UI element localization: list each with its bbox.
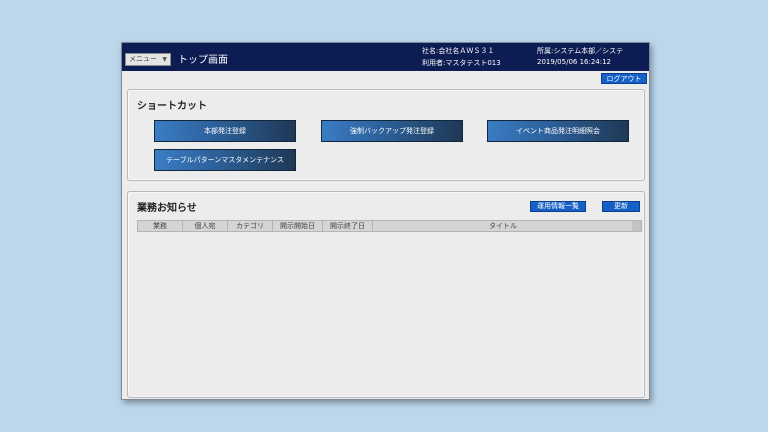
notices-panel: 業務お知らせ 運用情報一覧 更新 業務 個人宛 カテゴリ 開示開始日 開示終了日… [127,191,645,398]
logout-button[interactable]: ログアウト [601,73,647,84]
col-title[interactable]: タイトル [373,221,633,231]
menu-label: メニュー [129,55,157,63]
notices-table-header: 業務 個人宛 カテゴリ 開示開始日 開示終了日 タイトル [137,220,642,232]
shortcut-panel: ショートカット 本部発注登録 強制バックアップ発注登録 イベント商品発注明細照会… [127,89,645,181]
department: 所属:システム本部／システ [537,47,624,55]
company-name: 社名:会社名ＡＷＳ３１ [422,47,495,55]
shortcut-forced-backup-order-button[interactable]: 強制バックアップ発注登録 [321,120,463,142]
datetime: 2019/05/06 16:24:12 [537,58,612,66]
table-scrollbar[interactable] [632,221,641,231]
refresh-button[interactable]: 更新 [602,201,640,212]
user-name: 利用者:マスタテスト013 [422,59,501,67]
menu-dropdown[interactable]: メニュー ▼ [125,53,171,66]
ops-info-list-button[interactable]: 運用情報一覧 [530,201,586,212]
col-end-date[interactable]: 開示終了日 [323,221,373,231]
col-start-date[interactable]: 開示開始日 [273,221,323,231]
col-category[interactable]: カテゴリ [228,221,273,231]
title-bar: メニュー ▼ トップ画面 社名:会社名ＡＷＳ３１ 利用者:マスタテスト013 所… [122,43,649,71]
col-personal[interactable]: 個人宛 [183,221,228,231]
shortcut-honbu-order-button[interactable]: 本部発注登録 [154,120,296,142]
notices-title: 業務お知らせ [137,203,197,214]
shortcut-title: ショートカット [137,101,207,112]
app-window: メニュー ▼ トップ画面 社名:会社名ＡＷＳ３１ 利用者:マスタテスト013 所… [121,42,650,400]
col-gyomu[interactable]: 業務 [138,221,183,231]
page-title: トップ画面 [178,55,228,66]
shortcut-event-order-detail-button[interactable]: イベント商品発注明細照会 [487,120,629,142]
chevron-down-icon: ▼ [162,56,167,63]
shortcut-table-pattern-master-button[interactable]: テーブルパターンマスタメンテナンス [154,149,296,171]
